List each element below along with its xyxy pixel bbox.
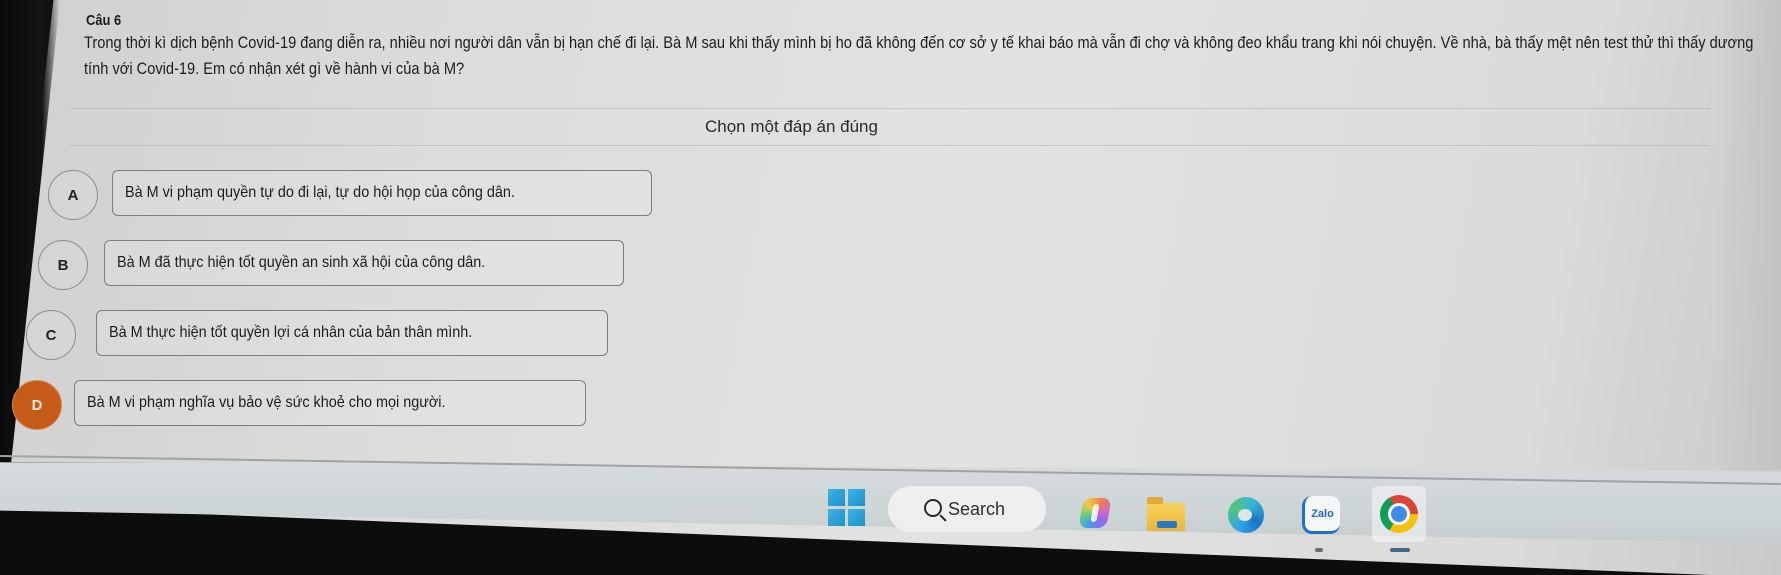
chrome-button[interactable]	[1372, 486, 1426, 542]
question-number: Câu 6	[86, 12, 122, 29]
taskbar-search-box[interactable]: Search	[888, 486, 1046, 532]
search-label: Search	[948, 498, 1006, 519]
start-button[interactable]	[826, 487, 866, 527]
option-d-box[interactable]: Bà M vi phạm nghĩa vụ bảo vệ sức khoẻ ch…	[74, 380, 586, 426]
edge-icon	[1228, 497, 1264, 533]
option-d-radio-selected[interactable]: D	[12, 380, 62, 430]
option-c-box[interactable]: Bà M thực hiện tốt quyền lợi cá nhân của…	[96, 310, 608, 356]
zalo-button[interactable]: Zalo	[1300, 492, 1342, 538]
option-a-text: Bà M vi phạm quyền tự do đi lại, tự do h…	[125, 184, 515, 201]
copilot-button[interactable]	[1078, 496, 1112, 530]
zalo-running-indicator	[1315, 548, 1323, 552]
option-d-text: Bà M vi phạm nghĩa vụ bảo vệ sức khoẻ ch…	[87, 394, 446, 411]
file-explorer-button[interactable]	[1146, 496, 1186, 532]
option-a-radio[interactable]: A	[48, 170, 98, 220]
search-icon	[924, 499, 942, 517]
copilot-icon	[1078, 498, 1112, 528]
zalo-icon: Zalo	[1302, 496, 1340, 534]
option-c-text: Bà M thực hiện tốt quyền lợi cá nhân của…	[109, 324, 473, 341]
option-c-radio[interactable]: C	[26, 310, 76, 360]
option-b-text: Bà M đã thực hiện tốt quyền an sinh xã h…	[117, 254, 486, 271]
chrome-active-indicator	[1390, 548, 1410, 552]
option-b-box[interactable]: Bà M đã thực hiện tốt quyền an sinh xã h…	[104, 240, 624, 286]
edge-button[interactable]	[1226, 495, 1266, 535]
question-text: Trong thời kì dịch bệnh Covid-19 đang di…	[84, 33, 1754, 78]
windows-start-icon	[827, 488, 865, 526]
option-a-box[interactable]: Bà M vi phạm quyền tự do đi lại, tự do h…	[112, 170, 652, 216]
folder-icon	[1147, 497, 1185, 531]
option-b-radio[interactable]: B	[38, 240, 88, 290]
instruction-bar	[70, 108, 1710, 146]
chrome-icon	[1380, 495, 1418, 533]
answer-instruction: Chọn một đáp án đúng	[705, 117, 878, 136]
